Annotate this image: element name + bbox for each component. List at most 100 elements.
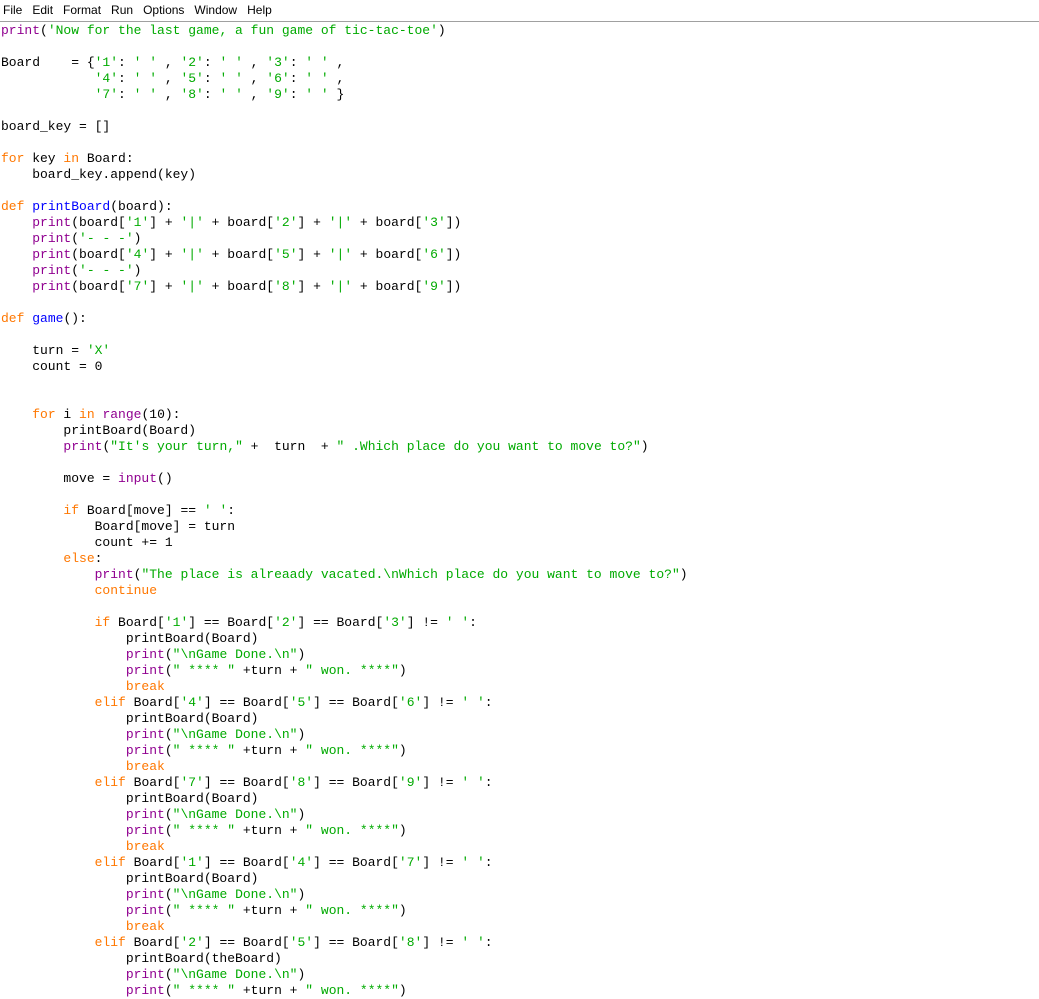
code-line[interactable] [1, 103, 688, 119]
code-line[interactable]: print('- - -') [1, 231, 688, 247]
code-line[interactable]: print(board['4'] + '|' + board['5'] + '|… [1, 247, 688, 263]
code-line[interactable]: for key in Board: [1, 151, 688, 167]
code-line[interactable]: break [1, 679, 688, 695]
code-line[interactable]: print("\nGame Done.\n") [1, 647, 688, 663]
string-token: " **** " [172, 903, 236, 918]
code-line[interactable] [1, 39, 688, 55]
string-token: '- - -' [79, 263, 134, 278]
code-token: key [24, 151, 64, 166]
code-line[interactable]: def printBoard(board): [1, 199, 688, 215]
string-token: '1' [180, 855, 204, 870]
code-line[interactable] [1, 135, 688, 151]
menu-format[interactable]: Format [58, 0, 106, 22]
code-line[interactable]: printBoard(theBoard) [1, 951, 688, 967]
code-line[interactable]: printBoard(Board) [1, 711, 688, 727]
code-line[interactable] [1, 375, 688, 391]
keyword-token: elif [94, 935, 126, 950]
code-line[interactable]: count += 1 [1, 535, 688, 551]
string-token: " won. ****" [305, 743, 399, 758]
code-line[interactable] [1, 295, 688, 311]
code-line[interactable]: Board = {'1': ' ' , '2': ' ' , '3': ' ' … [1, 55, 688, 71]
menu-file[interactable]: File [0, 0, 27, 22]
code-line[interactable]: turn = 'X' [1, 343, 688, 359]
code-line[interactable]: printBoard(Board) [1, 423, 688, 439]
string-token: '8' [274, 279, 298, 294]
code-line[interactable]: board_key.append(key) [1, 167, 688, 183]
code-token: : [484, 695, 493, 710]
code-line[interactable]: print("The place is alreaady vacated.\nW… [1, 567, 688, 583]
code-token: ] == Board[ [313, 695, 399, 710]
menu-edit[interactable]: Edit [27, 0, 58, 22]
code-line[interactable]: print("\nGame Done.\n") [1, 887, 688, 903]
code-line[interactable]: move = input() [1, 471, 688, 487]
code-line[interactable]: print('- - -') [1, 263, 688, 279]
code-line[interactable]: print("It's your turn," + turn + " .Whic… [1, 439, 688, 455]
code-line[interactable] [1, 391, 688, 407]
code-line[interactable]: break [1, 759, 688, 775]
menu-run[interactable]: Run [106, 0, 138, 22]
menu-options[interactable]: Options [138, 0, 189, 22]
code-token: turn = [1, 343, 87, 358]
code-token: : [118, 55, 134, 70]
code-line[interactable]: elif Board['1'] == Board['4'] == Board['… [1, 855, 688, 871]
keyword-token: if [94, 615, 111, 630]
code-line[interactable]: break [1, 839, 688, 855]
code-line[interactable]: break [1, 919, 688, 935]
code-line[interactable]: print(board['1'] + '|' + board['2'] + '|… [1, 215, 688, 231]
code-line[interactable]: printBoard(Board) [1, 631, 688, 647]
string-token: ' ' [219, 71, 243, 86]
string-token: ' ' [133, 87, 158, 102]
code-line[interactable]: print(" **** " +turn + " won. ****") [1, 983, 688, 999]
menu-help[interactable]: Help [242, 0, 277, 22]
code-line[interactable]: def game(): [1, 311, 688, 327]
code-line[interactable]: if Board[move] == ' ': [1, 503, 688, 519]
string-token: ' ' [203, 503, 228, 518]
string-token: '7' [180, 775, 204, 790]
code-line[interactable]: continue [1, 583, 688, 599]
string-token: '1' [164, 615, 189, 630]
code-line[interactable]: elif Board['4'] == Board['5'] == Board['… [1, 695, 688, 711]
code-line[interactable]: elif Board['2'] == Board['5'] == Board['… [1, 935, 688, 951]
menu-window[interactable]: Window [189, 0, 242, 22]
code-token: ) [297, 967, 306, 982]
code-line[interactable]: print(" **** " +turn + " won. ****") [1, 903, 688, 919]
code-line[interactable]: print("\nGame Done.\n") [1, 807, 688, 823]
keyword-token: continue [94, 583, 158, 598]
code-line[interactable]: print(" **** " +turn + " won. ****") [1, 743, 688, 759]
code-line[interactable] [1, 599, 688, 615]
code-token: : [203, 87, 220, 102]
code-line[interactable]: for i in range(10): [1, 407, 688, 423]
code-editor[interactable]: print('Now for the last game, a fun game… [0, 23, 1039, 999]
string-token: ' ' [133, 71, 158, 86]
code-token: ) [297, 647, 306, 662]
code-line[interactable] [1, 183, 688, 199]
code-text[interactable]: print('Now for the last game, a fun game… [1, 23, 688, 999]
code-line[interactable]: board_key = [] [1, 119, 688, 135]
code-line[interactable] [1, 487, 688, 503]
code-line[interactable]: if Board['1'] == Board['2'] == Board['3'… [1, 615, 688, 631]
code-line[interactable]: '7': ' ' , '8': ' ' , '9': ' ' } [1, 87, 688, 103]
code-line[interactable] [1, 455, 688, 471]
code-token: ] + [149, 247, 181, 262]
string-token: ' ' [461, 775, 485, 790]
code-line[interactable]: Board[move] = turn [1, 519, 688, 535]
code-line[interactable]: print(board['7'] + '|' + board['8'] + '|… [1, 279, 688, 295]
code-line[interactable]: '4': ' ' , '5': ' ' , '6': ' ' , [1, 71, 688, 87]
string-token: " **** " [172, 663, 236, 678]
code-line[interactable]: print('Now for the last game, a fun game… [1, 23, 688, 39]
code-line[interactable]: printBoard(Board) [1, 791, 688, 807]
code-line[interactable]: print(" **** " +turn + " won. ****") [1, 823, 688, 839]
code-line[interactable]: else: [1, 551, 688, 567]
string-token: '3' [422, 215, 446, 230]
code-token: Board[ [110, 615, 165, 630]
code-line[interactable]: count = 0 [1, 359, 688, 375]
code-token: : [203, 71, 220, 86]
code-line[interactable]: print(" **** " +turn + " won. ****") [1, 663, 688, 679]
code-token: Board: [79, 151, 134, 166]
code-line[interactable]: print("\nGame Done.\n") [1, 727, 688, 743]
code-line[interactable]: print("\nGame Done.\n") [1, 967, 688, 983]
code-line[interactable] [1, 327, 688, 343]
code-line[interactable]: elif Board['7'] == Board['8'] == Board['… [1, 775, 688, 791]
code-line[interactable]: printBoard(Board) [1, 871, 688, 887]
code-token: move = [1, 471, 119, 486]
